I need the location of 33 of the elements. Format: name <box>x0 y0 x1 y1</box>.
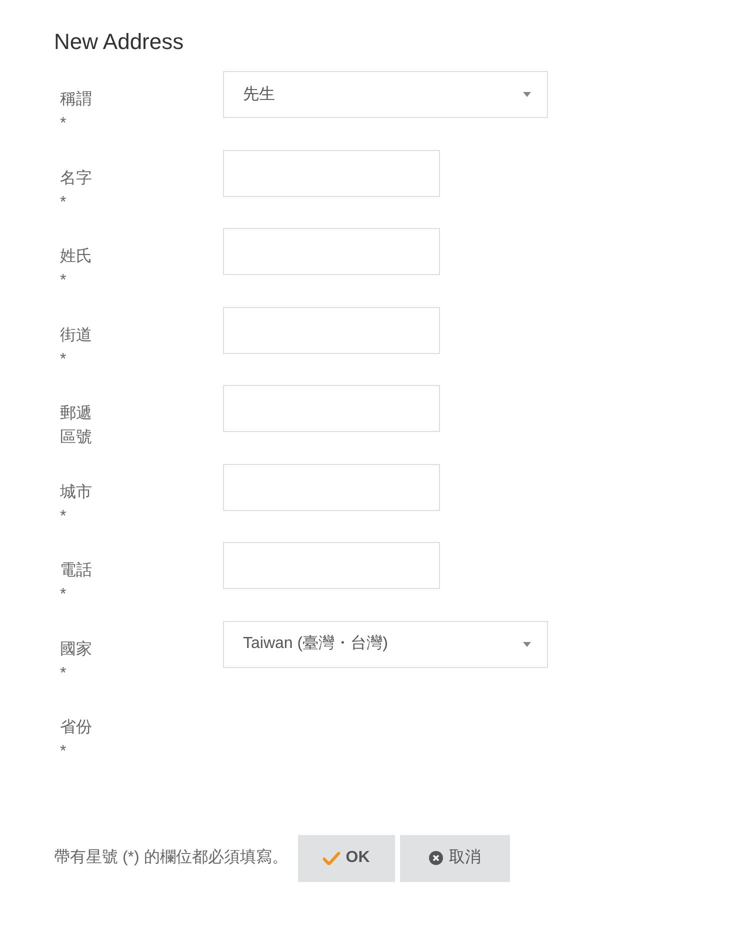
input-field[interactable] <box>223 464 440 510</box>
close-icon <box>428 851 443 865</box>
dropdown-field[interactable]: Taiwan (臺灣・台灣) <box>223 620 548 668</box>
field-label: 電話 <box>60 560 93 581</box>
field-label: 稱謂 <box>60 90 93 110</box>
input-field[interactable] <box>223 150 440 196</box>
input-field[interactable] <box>223 385 440 432</box>
ok-button[interactable]: OK <box>298 834 395 882</box>
field-label: 省份 <box>60 718 93 738</box>
field-label: 街道 <box>60 326 93 346</box>
field-label: 姓氏 <box>60 246 93 267</box>
required-mark: * <box>60 192 66 212</box>
required-mark: * <box>60 506 66 526</box>
caret-icon <box>523 642 531 646</box>
required-mark: * <box>60 742 66 762</box>
caret-icon <box>523 92 531 97</box>
input-field[interactable] <box>223 228 440 275</box>
cancel-button[interactable]: 取消 <box>400 834 510 882</box>
required-mark: * <box>60 271 66 291</box>
required-mark: * <box>60 664 66 684</box>
field-label: 名字 <box>60 168 93 188</box>
field-label: 郵遞區號 <box>60 404 93 448</box>
required-mark: * <box>60 350 66 370</box>
required-note: 帶有星號 (*) 的欄位都必須填寫。 <box>54 848 288 868</box>
form-title: New Address <box>54 28 185 56</box>
required-mark: * <box>60 114 66 134</box>
input-field[interactable] <box>223 542 440 589</box>
field-label: 國家 <box>60 640 93 660</box>
input-field[interactable] <box>223 306 440 354</box>
required-mark: * <box>60 585 66 605</box>
checkmark-icon <box>322 852 340 864</box>
field-label: 城市 <box>60 482 93 502</box>
dropdown-field[interactable]: 先生 <box>223 71 548 118</box>
